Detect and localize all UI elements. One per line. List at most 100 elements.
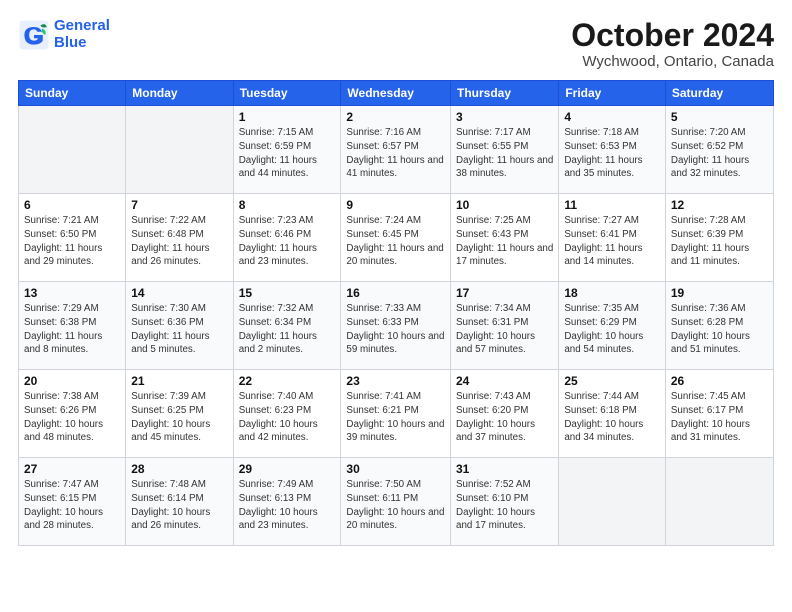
day-number: 19 (671, 286, 768, 300)
day-cell: 2 Sunrise: 7:16 AM Sunset: 6:57 PM Daylig… (341, 106, 451, 194)
location: Wychwood, Ontario, Canada (571, 53, 774, 70)
day-cell: 1 Sunrise: 7:15 AM Sunset: 6:59 PM Daylig… (233, 106, 341, 194)
day-cell: 17Sunrise: 7:34 AM Sunset: 6:31 PM Dayli… (451, 282, 559, 370)
day-info: Sunrise: 7:39 AM Sunset: 6:25 PM Dayligh… (131, 390, 227, 445)
day-number: 11 (564, 198, 660, 212)
day-cell: 29 Sunrise: 7:49 AM Sunset: 6:13 PM Dayli… (233, 458, 341, 546)
day-info: Sunrise: 7:52 AM Sunset: 6:10 PM Dayligh… (456, 478, 553, 533)
day-number: 10 (456, 198, 553, 212)
day-number: 24 (456, 374, 553, 388)
day-info: Sunrise: 7:33 AM Sunset: 6:33 PM Dayligh… (346, 302, 445, 357)
logo-text: General Blue (54, 18, 110, 51)
day-info: Sunrise: 7:22 AM Sunset: 6:48 PM Dayligh… (131, 214, 227, 269)
day-cell: 23Sunrise: 7:41 AM Sunset: 6:21 PM Dayli… (341, 370, 451, 458)
day-number: 31 (456, 462, 553, 476)
day-info: Sunrise: 7:47 AM Sunset: 6:15 PM Dayligh… (24, 478, 120, 533)
day-info: Sunrise: 7:49 AM Sunset: 6:13 PM Dayligh… (239, 478, 336, 533)
day-cell: 27Sunrise: 7:47 AM Sunset: 6:15 PM Dayli… (19, 458, 126, 546)
day-number: 1 (239, 110, 336, 124)
day-cell: 22 Sunrise: 7:40 AM Sunset: 6:23 PM Dayli… (233, 370, 341, 458)
day-cell: 30 Sunrise: 7:50 AM Sunset: 6:11 PM Dayli… (341, 458, 451, 546)
day-info: Sunrise: 7:43 AM Sunset: 6:20 PM Dayligh… (456, 390, 553, 445)
calendar-table: SundayMondayTuesdayWednesdayThursdayFrid… (18, 80, 774, 546)
general-blue-icon (18, 19, 50, 51)
day-number: 9 (346, 198, 445, 212)
day-cell: 7 Sunrise: 7:22 AM Sunset: 6:48 PM Daylig… (126, 194, 233, 282)
day-info: Sunrise: 7:18 AM Sunset: 6:53 PM Dayligh… (564, 126, 660, 181)
day-cell: 21 Sunrise: 7:39 AM Sunset: 6:25 PM Dayli… (126, 370, 233, 458)
day-info: Sunrise: 7:24 AM Sunset: 6:45 PM Dayligh… (346, 214, 445, 269)
weekday-header-sunday: Sunday (19, 81, 126, 106)
day-cell: 9 Sunrise: 7:24 AM Sunset: 6:45 PM Daylig… (341, 194, 451, 282)
day-cell: 18 Sunrise: 7:35 AM Sunset: 6:29 PM Dayli… (559, 282, 666, 370)
day-cell: 15Sunrise: 7:32 AM Sunset: 6:34 PM Dayli… (233, 282, 341, 370)
day-info: Sunrise: 7:36 AM Sunset: 6:28 PM Dayligh… (671, 302, 768, 357)
day-cell: 16 Sunrise: 7:33 AM Sunset: 6:33 PM Dayli… (341, 282, 451, 370)
day-cell: 13 Sunrise: 7:29 AM Sunset: 6:38 PM Dayli… (19, 282, 126, 370)
day-number: 12 (671, 198, 768, 212)
day-number: 2 (346, 110, 445, 124)
day-cell: 5Sunrise: 7:20 AM Sunset: 6:52 PM Daylig… (665, 106, 773, 194)
day-cell: 20 Sunrise: 7:38 AM Sunset: 6:26 PM Dayli… (19, 370, 126, 458)
title-block: October 2024 Wychwood, Ontario, Canada (571, 18, 774, 70)
week-row-5: 27Sunrise: 7:47 AM Sunset: 6:15 PM Dayli… (19, 458, 774, 546)
weekday-header-thursday: Thursday (451, 81, 559, 106)
day-info: Sunrise: 7:40 AM Sunset: 6:23 PM Dayligh… (239, 390, 336, 445)
day-number: 22 (239, 374, 336, 388)
day-cell: 4 Sunrise: 7:18 AM Sunset: 6:53 PM Daylig… (559, 106, 666, 194)
day-info: Sunrise: 7:50 AM Sunset: 6:11 PM Dayligh… (346, 478, 445, 533)
day-cell: 26Sunrise: 7:45 AM Sunset: 6:17 PM Dayli… (665, 370, 773, 458)
day-info: Sunrise: 7:44 AM Sunset: 6:18 PM Dayligh… (564, 390, 660, 445)
day-info: Sunrise: 7:30 AM Sunset: 6:36 PM Dayligh… (131, 302, 227, 357)
day-cell (126, 106, 233, 194)
day-number: 15 (239, 286, 336, 300)
day-info: Sunrise: 7:16 AM Sunset: 6:57 PM Dayligh… (346, 126, 445, 181)
day-cell (559, 458, 666, 546)
day-info: Sunrise: 7:25 AM Sunset: 6:43 PM Dayligh… (456, 214, 553, 269)
week-row-4: 20 Sunrise: 7:38 AM Sunset: 6:26 PM Dayli… (19, 370, 774, 458)
logo: General Blue (18, 18, 110, 51)
day-number: 26 (671, 374, 768, 388)
day-number: 30 (346, 462, 445, 476)
day-number: 16 (346, 286, 445, 300)
day-number: 3 (456, 110, 553, 124)
day-cell (665, 458, 773, 546)
day-cell: 11Sunrise: 7:27 AM Sunset: 6:41 PM Dayli… (559, 194, 666, 282)
day-cell: 25 Sunrise: 7:44 AM Sunset: 6:18 PM Dayli… (559, 370, 666, 458)
day-info: Sunrise: 7:29 AM Sunset: 6:38 PM Dayligh… (24, 302, 120, 357)
day-info: Sunrise: 7:17 AM Sunset: 6:55 PM Dayligh… (456, 126, 553, 181)
day-number: 25 (564, 374, 660, 388)
weekday-header-row: SundayMondayTuesdayWednesdayThursdayFrid… (19, 81, 774, 106)
day-number: 7 (131, 198, 227, 212)
day-cell: 10 Sunrise: 7:25 AM Sunset: 6:43 PM Dayli… (451, 194, 559, 282)
day-info: Sunrise: 7:23 AM Sunset: 6:46 PM Dayligh… (239, 214, 336, 269)
weekday-header-tuesday: Tuesday (233, 81, 341, 106)
day-info: Sunrise: 7:35 AM Sunset: 6:29 PM Dayligh… (564, 302, 660, 357)
logo-line1: General (54, 17, 110, 34)
day-number: 5 (671, 110, 768, 124)
day-info: Sunrise: 7:15 AM Sunset: 6:59 PM Dayligh… (239, 126, 336, 181)
day-number: 21 (131, 374, 227, 388)
day-number: 18 (564, 286, 660, 300)
day-number: 28 (131, 462, 227, 476)
page: General Blue October 2024 Wychwood, Onta… (0, 0, 792, 612)
day-info: Sunrise: 7:38 AM Sunset: 6:26 PM Dayligh… (24, 390, 120, 445)
day-number: 13 (24, 286, 120, 300)
week-row-2: 6 Sunrise: 7:21 AM Sunset: 6:50 PM Daylig… (19, 194, 774, 282)
day-info: Sunrise: 7:41 AM Sunset: 6:21 PM Dayligh… (346, 390, 445, 445)
day-number: 29 (239, 462, 336, 476)
day-cell: 12Sunrise: 7:28 AM Sunset: 6:39 PM Dayli… (665, 194, 773, 282)
day-cell: 31 Sunrise: 7:52 AM Sunset: 6:10 PM Dayli… (451, 458, 559, 546)
day-number: 4 (564, 110, 660, 124)
day-cell: 24 Sunrise: 7:43 AM Sunset: 6:20 PM Dayli… (451, 370, 559, 458)
day-number: 6 (24, 198, 120, 212)
weekday-header-wednesday: Wednesday (341, 81, 451, 106)
day-info: Sunrise: 7:48 AM Sunset: 6:14 PM Dayligh… (131, 478, 227, 533)
day-number: 20 (24, 374, 120, 388)
month-title: October 2024 (571, 18, 774, 53)
day-cell (19, 106, 126, 194)
day-info: Sunrise: 7:21 AM Sunset: 6:50 PM Dayligh… (24, 214, 120, 269)
week-row-3: 13 Sunrise: 7:29 AM Sunset: 6:38 PM Dayli… (19, 282, 774, 370)
weekday-header-monday: Monday (126, 81, 233, 106)
day-cell: 19 Sunrise: 7:36 AM Sunset: 6:28 PM Dayli… (665, 282, 773, 370)
